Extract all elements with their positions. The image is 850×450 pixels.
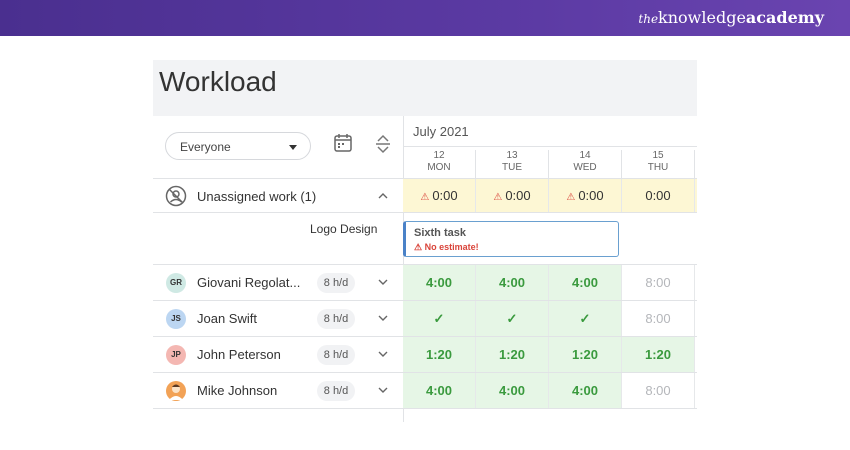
page-header: Workload [153, 60, 697, 116]
day-name: WED [573, 162, 597, 173]
workload-cell[interactable]: 4:00 [403, 373, 476, 408]
brand-logo: theknowledgeacademy [638, 8, 824, 27]
brand-the: the [638, 12, 659, 26]
task-label: Logo Design [310, 222, 378, 236]
calendar-icon[interactable] [333, 133, 353, 153]
hours-per-day-badge[interactable]: 8 h/d [317, 273, 355, 293]
workload-cell[interactable]: 4:00 [476, 265, 549, 300]
day-number: 15 [652, 150, 664, 161]
unassigned-work-row[interactable]: Unassigned work (1) ⚠ 0:00 ⚠ 0:00 ⚠ 0:00 0:… [153, 178, 697, 213]
warning-icon: ⚠ [493, 192, 503, 203]
cell-value: 0:00 [505, 188, 531, 203]
person-row[interactable]: JS Joan Swift 8 h/d ✓ ✓ ✓ 8:00 [153, 300, 697, 336]
workload-cell[interactable]: 1:20 [403, 337, 476, 372]
warning-icon: ⚠ [566, 192, 576, 203]
unassigned-cell[interactable]: ⚠ 0:00 [403, 179, 476, 212]
person-name: John Peterson [197, 347, 281, 362]
day-name: TUE [502, 162, 522, 173]
brand-knowledge: knowledge [658, 8, 746, 27]
person-row[interactable]: Mike Johnson 8 h/d 4:00 4:00 4:00 8:00 [153, 372, 697, 408]
task-row: Logo Design Sixth task ⚠ No estimate! [153, 212, 697, 264]
chevron-down-icon[interactable] [377, 385, 389, 395]
workload-cell[interactable]: 4:00 [403, 265, 476, 300]
avatar: GR [166, 273, 186, 293]
day-name: THU [647, 162, 669, 173]
brand-academy: academy [745, 8, 824, 27]
avatar [166, 381, 186, 401]
person-row[interactable]: GR Giovani Regolat... 8 h/d 4:00 4:00 4:… [153, 264, 697, 300]
day-header: 13 TUE [476, 150, 549, 180]
month-label: July 2021 [413, 124, 469, 139]
person-name: Joan Swift [197, 311, 257, 326]
unassigned-label: Unassigned work (1) [197, 189, 317, 204]
chevron-down-icon[interactable] [377, 313, 389, 323]
expand-collapse-icon[interactable] [375, 133, 391, 155]
unassigned-cell[interactable]: ⚠ 0:00 [549, 179, 622, 212]
everyone-dropdown[interactable]: Everyone [165, 132, 311, 160]
day-header: 15 THU [622, 150, 695, 180]
avatar: JS [166, 309, 186, 329]
everyone-dropdown-label: Everyone [180, 140, 231, 154]
cell-value: 0:00 [645, 188, 671, 203]
day-name: MON [427, 162, 451, 173]
avatar: JP [166, 345, 186, 365]
workload-cell[interactable]: 4:00 [549, 373, 622, 408]
workload-cell[interactable]: 1:20 [476, 337, 549, 372]
day-number: 13 [506, 150, 518, 161]
cell-value: 0:00 [432, 188, 458, 203]
caret-down-icon [289, 145, 297, 150]
page-title: Workload [159, 66, 277, 97]
cell-value: 0:00 [578, 188, 604, 203]
unassigned-user-icon [165, 185, 187, 207]
workload-cell[interactable]: ✓ [549, 301, 622, 336]
warning-icon: ⚠ [420, 192, 430, 203]
task-card-title: Sixth task [414, 227, 466, 239]
workload-cell[interactable]: ✓ [476, 301, 549, 336]
day-header: 12 MON [403, 150, 476, 180]
hours-per-day-badge[interactable]: 8 h/d [317, 345, 355, 365]
unassigned-cell[interactable]: 0:00 [622, 179, 695, 212]
workload-cell[interactable]: ✓ [403, 301, 476, 336]
workload-cell[interactable]: 4:00 [476, 373, 549, 408]
workload-cell[interactable]: 1:20 [549, 337, 622, 372]
day-number: 12 [433, 150, 445, 161]
chevron-down-icon[interactable] [377, 349, 389, 359]
day-number: 14 [579, 150, 591, 161]
person-name: Giovani Regolat... [197, 275, 301, 290]
header-divider [403, 146, 697, 147]
workload-panel: Workload Everyone July 2021 12 MON 13 TUE … [153, 60, 697, 422]
workload-cell[interactable]: 8:00 [622, 373, 695, 408]
top-banner: theknowledgeacademy [0, 0, 850, 36]
chevron-up-icon[interactable] [377, 191, 389, 201]
hours-per-day-badge[interactable]: 8 h/d [317, 309, 355, 329]
workload-cell[interactable]: 8:00 [622, 301, 695, 336]
task-card[interactable]: Sixth task ⚠ No estimate! [403, 221, 619, 257]
task-card-warning: ⚠ No estimate! [414, 242, 479, 253]
day-header: 14 WED [549, 150, 622, 180]
person-name: Mike Johnson [197, 383, 278, 398]
workload-cell[interactable]: 8:00 [622, 265, 695, 300]
bottom-row-divider [153, 408, 697, 422]
warning-icon: ⚠ [414, 242, 425, 252]
hours-per-day-badge[interactable]: 8 h/d [317, 381, 355, 401]
unassigned-cell[interactable]: ⚠ 0:00 [476, 179, 549, 212]
person-avatar-icon [169, 384, 183, 400]
person-row[interactable]: JP John Peterson 8 h/d 1:20 1:20 1:20 1:… [153, 336, 697, 372]
workload-cell[interactable]: 1:20 [622, 337, 695, 372]
workload-cell[interactable]: 4:00 [549, 265, 622, 300]
chevron-down-icon[interactable] [377, 277, 389, 287]
task-warning-text: No estimate! [424, 242, 479, 252]
